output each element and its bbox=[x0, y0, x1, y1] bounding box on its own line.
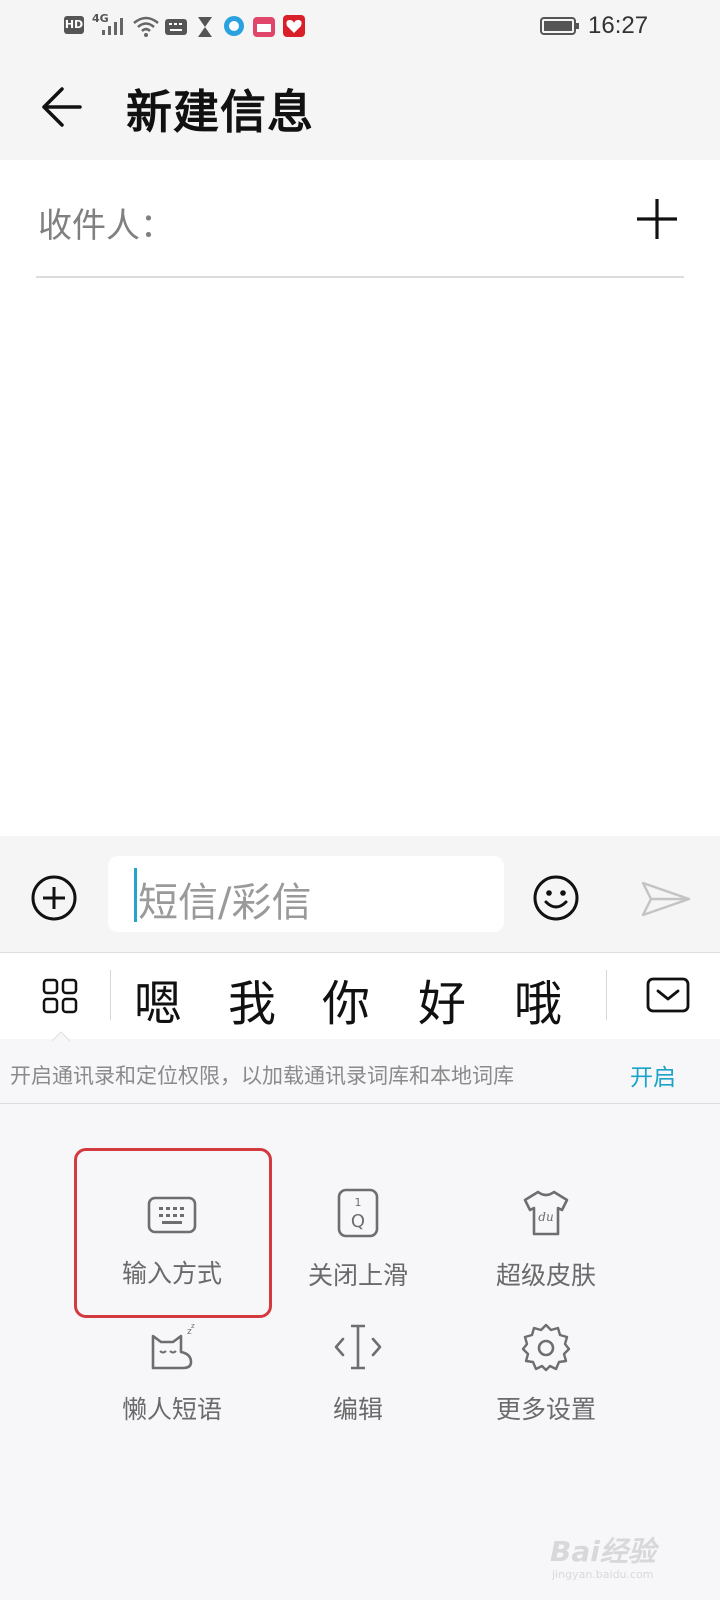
svg-text:1: 1 bbox=[355, 1196, 362, 1209]
tshirt-icon: du bbox=[523, 1190, 569, 1236]
calendar-icon bbox=[253, 17, 275, 37]
hd-icon: HD bbox=[64, 16, 84, 34]
candidate-word[interactable]: 你 bbox=[322, 964, 370, 1034]
text-caret bbox=[134, 868, 137, 922]
candidate-divider bbox=[606, 970, 607, 1020]
recipient-divider bbox=[36, 276, 684, 278]
enable-permission-link[interactable]: 开启 bbox=[630, 1058, 676, 1092]
candidate-word[interactable]: 我 bbox=[228, 964, 276, 1034]
watermark-text: Bai经验 bbox=[550, 1535, 656, 1568]
hourglass-icon bbox=[198, 17, 212, 37]
menu-label: 更多设置 bbox=[495, 1395, 596, 1424]
watermark-subtext: jingyan.baidu.com bbox=[552, 1568, 654, 1581]
keyboard-status-icon bbox=[165, 19, 187, 35]
status-time: 16:27 bbox=[588, 12, 649, 39]
candidate-word[interactable]: 哦 bbox=[514, 964, 562, 1034]
heart-icon bbox=[283, 15, 305, 37]
svg-text:z: z bbox=[191, 1322, 195, 1330]
menu-label: 输入方式 bbox=[121, 1259, 222, 1288]
menu-input-method[interactable]: 输入方式 bbox=[82, 1160, 262, 1310]
send-icon[interactable] bbox=[640, 880, 692, 918]
recipient-input[interactable] bbox=[160, 190, 620, 254]
candidate-word[interactable]: 嗯 bbox=[134, 964, 182, 1034]
text-cursor-icon bbox=[334, 1324, 382, 1370]
grid-icon[interactable] bbox=[40, 976, 80, 1016]
menu-lazy-phrases[interactable]: z z 懒人短语 bbox=[82, 1318, 262, 1468]
battery-icon bbox=[540, 17, 579, 35]
keyboard-icon bbox=[147, 1196, 197, 1234]
candidate-word[interactable]: 好 bbox=[418, 964, 466, 1034]
svg-text:Q: Q bbox=[351, 1211, 365, 1232]
menu-label: 关闭上滑 bbox=[307, 1261, 408, 1290]
banner-pointer bbox=[52, 1031, 70, 1041]
wifi-icon bbox=[133, 16, 159, 37]
menu-more-settings[interactable]: 更多设置 bbox=[456, 1318, 636, 1468]
menu-super-skin[interactable]: du 超级皮肤 bbox=[456, 1160, 636, 1310]
candidate-divider bbox=[110, 970, 111, 1020]
menu-label: 编辑 bbox=[332, 1395, 383, 1424]
permission-text: 开启通讯录和定位权限，以加载通讯录词库和本地词库 bbox=[10, 1064, 514, 1088]
svg-text:du: du bbox=[538, 1210, 553, 1224]
watermark-logo: Bai经验 jingyan.baidu.com bbox=[550, 1520, 700, 1590]
plus-circle-icon[interactable] bbox=[30, 874, 78, 922]
recipient-label: 收件人： bbox=[38, 206, 174, 246]
app-header bbox=[0, 56, 720, 160]
app-bubble-icon bbox=[224, 16, 244, 36]
plus-icon[interactable] bbox=[634, 196, 680, 242]
message-placeholder: 短信/彩信 bbox=[138, 880, 312, 926]
menu-close-swipe[interactable]: 1 Q 关闭上滑 bbox=[268, 1160, 448, 1310]
menu-label: 懒人短语 bbox=[121, 1395, 222, 1424]
sleepy-cat-icon: z z bbox=[151, 1322, 195, 1370]
arrow-left-icon[interactable] bbox=[38, 82, 88, 132]
page-title: 新建信息 bbox=[126, 85, 314, 139]
menu-edit[interactable]: 编辑 bbox=[268, 1318, 448, 1468]
key-q-icon: 1 Q bbox=[337, 1188, 379, 1238]
keyboard-hide-icon[interactable] bbox=[646, 977, 690, 1013]
gear-icon bbox=[521, 1323, 571, 1372]
smiley-icon[interactable] bbox=[532, 874, 580, 922]
signal-icon bbox=[102, 18, 123, 35]
menu-label: 超级皮肤 bbox=[495, 1261, 596, 1290]
